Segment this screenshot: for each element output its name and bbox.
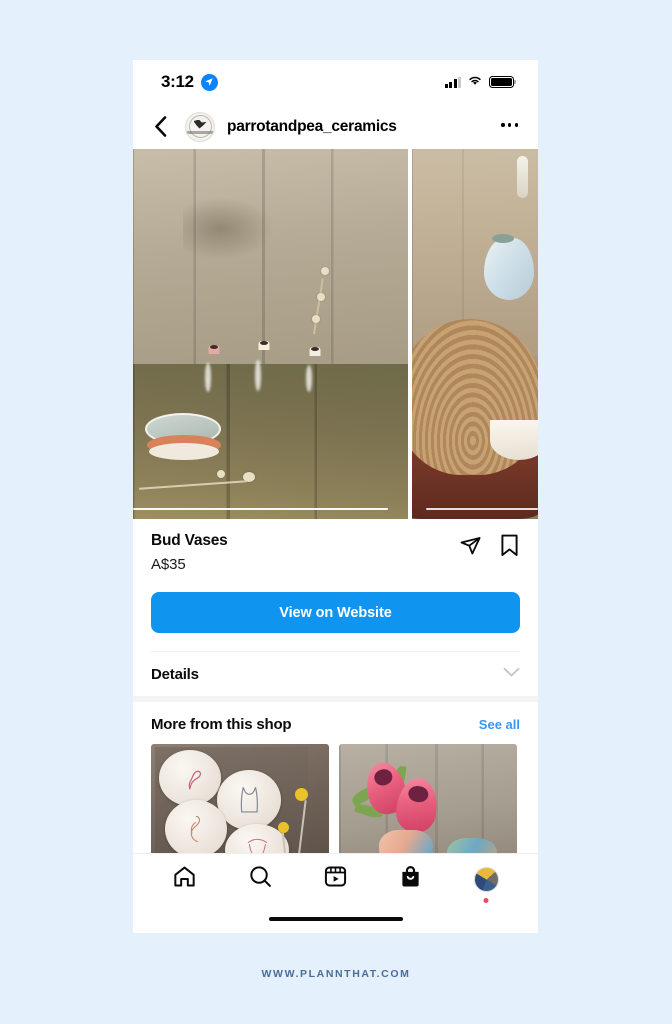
details-title: Details xyxy=(151,665,199,683)
app-bar: parrotandpea_ceramics xyxy=(133,104,538,149)
footer-watermark: WWW.PLANNTHAT.COM xyxy=(261,968,411,980)
tab-profile[interactable] xyxy=(463,856,509,903)
status-bar-clock: 3:12 xyxy=(161,72,194,91)
tab-list xyxy=(133,854,538,904)
product-text-block: Bud Vases A$35 xyxy=(151,532,228,573)
cellular-signal-icon xyxy=(444,76,461,88)
profile-avatar-icon xyxy=(473,866,499,892)
chevron-left-icon[interactable] xyxy=(147,116,173,137)
tab-search[interactable] xyxy=(237,856,283,902)
status-bar-left: 3:12 xyxy=(161,72,218,92)
tab-home[interactable] xyxy=(162,856,208,902)
battery-full-icon xyxy=(489,76,517,88)
carousel-slide-1[interactable] xyxy=(133,149,408,519)
dried-flower-sprig xyxy=(517,156,528,199)
see-all-link[interactable]: See all xyxy=(479,717,520,732)
reels-icon xyxy=(323,864,348,894)
product-info: Bud Vases A$35 View on Website xyxy=(133,519,538,652)
vase-pink xyxy=(196,344,232,412)
notification-badge-dot xyxy=(483,898,489,903)
carousel-scroll-indicator[interactable] xyxy=(133,507,388,510)
phone-screen: 3:12 parrotandpea_ceramics Bud Vases A$3… xyxy=(133,60,538,933)
product-title-row: Bud Vases A$35 xyxy=(151,532,520,573)
ceramic-dish-stack xyxy=(145,413,221,460)
home-indicator[interactable] xyxy=(268,916,403,921)
shop-avatar-icon[interactable] xyxy=(185,111,215,142)
tab-shop[interactable] xyxy=(388,856,434,902)
page-root: 3:12 parrotandpea_ceramics Bud Vases A$3… xyxy=(0,0,672,1024)
more-from-shop-header: More from this shop See all xyxy=(151,716,520,733)
more-from-shop-title: More from this shop xyxy=(151,716,292,733)
status-bar-right xyxy=(444,73,517,91)
ellipsis-icon[interactable] xyxy=(501,123,518,129)
wifi-icon xyxy=(467,73,483,91)
details-section-header[interactable]: Details xyxy=(133,652,538,696)
bottom-tab-bar xyxy=(133,853,538,933)
ceramic-bowl xyxy=(490,419,538,460)
home-icon xyxy=(172,864,197,894)
tab-reels[interactable] xyxy=(312,856,358,902)
shop-handle[interactable]: parrotandpea_ceramics xyxy=(227,118,489,136)
product-photo-bud-vases xyxy=(133,149,408,519)
shopping-bag-icon xyxy=(398,864,423,894)
vase-pale-blue xyxy=(484,233,534,300)
product-title: Bud Vases xyxy=(151,532,228,549)
share-paper-plane-icon[interactable] xyxy=(459,534,482,562)
vase-polka-dot xyxy=(246,340,282,412)
more-from-shop-section: More from this shop See all xyxy=(133,702,538,872)
location-arrow-icon xyxy=(200,73,218,91)
product-image-carousel[interactable] xyxy=(133,149,538,519)
view-on-website-button[interactable]: View on Website xyxy=(151,592,520,633)
carousel-scroll-indicator-2[interactable] xyxy=(426,507,538,510)
vase-white xyxy=(296,346,334,412)
bookmark-icon[interactable] xyxy=(499,534,520,562)
product-photo-blue-vase xyxy=(412,149,538,519)
search-icon xyxy=(248,864,273,894)
status-bar: 3:12 xyxy=(133,60,538,104)
chevron-down-icon[interactable] xyxy=(503,665,520,683)
carousel-slide-2[interactable] xyxy=(412,149,538,519)
product-actions xyxy=(459,532,520,562)
product-price: A$35 xyxy=(151,556,186,573)
